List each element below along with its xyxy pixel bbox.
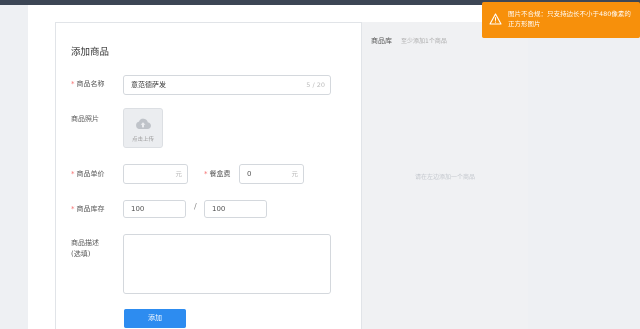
stock-separator: / (194, 202, 197, 211)
unit-price-label: * 商品单价 (71, 170, 105, 178)
product-name-label: * 商品名称 (71, 80, 105, 88)
product-library-title: 商品库 (371, 37, 392, 45)
meal-box-fee-value: 0 (247, 170, 252, 178)
unit-price-input[interactable]: 元 (123, 164, 188, 184)
add-button[interactable]: 添加 (124, 309, 186, 328)
stock-input[interactable]: 100 (123, 200, 186, 218)
meal-box-fee-unit: 元 (291, 170, 299, 178)
stock-value: 100 (131, 205, 145, 213)
warning-toast-message: 图片不合规：只支持边长不小于480像素的正方形图片 (508, 10, 631, 28)
product-library-empty-text: 请在左边添加一个商品 (414, 174, 475, 181)
product-name-value: 意范德萨发 (131, 81, 166, 89)
image-upload-button[interactable]: 点击上传 (123, 108, 163, 148)
product-library-hint: 至少添加1个商品 (401, 38, 447, 45)
stock-label: * 商品库存 (71, 205, 105, 213)
description-label: 商品描述 (选填) (71, 239, 99, 258)
upload-text: 点击上传 (131, 137, 154, 143)
product-images-label: 商品照片 (71, 115, 99, 123)
meal-box-fee-input[interactable]: 0 元 (239, 164, 304, 184)
product-name-input[interactable]: 意范德萨发 5 / 20 (123, 75, 331, 95)
meal-box-fee-label: * 餐盒费 (204, 170, 231, 178)
form-title: 添加商品 (71, 47, 110, 58)
warning-icon (489, 13, 502, 25)
stock-max-value: 100 (212, 205, 226, 213)
product-name-counter: 5 / 20 (306, 81, 325, 89)
description-textarea[interactable] (123, 234, 331, 294)
required-mark: * (71, 80, 75, 88)
unit-price-unit: 元 (175, 170, 183, 178)
product-library-panel: 商品库 至少添加1个商品 请在左边添加一个商品 (362, 22, 528, 329)
cloud-upload-icon (136, 118, 151, 130)
stock-max-input[interactable]: 100 (204, 200, 267, 218)
warning-toast: 图片不合规：只支持边长不小于480像素的正方形图片 (482, 2, 640, 38)
